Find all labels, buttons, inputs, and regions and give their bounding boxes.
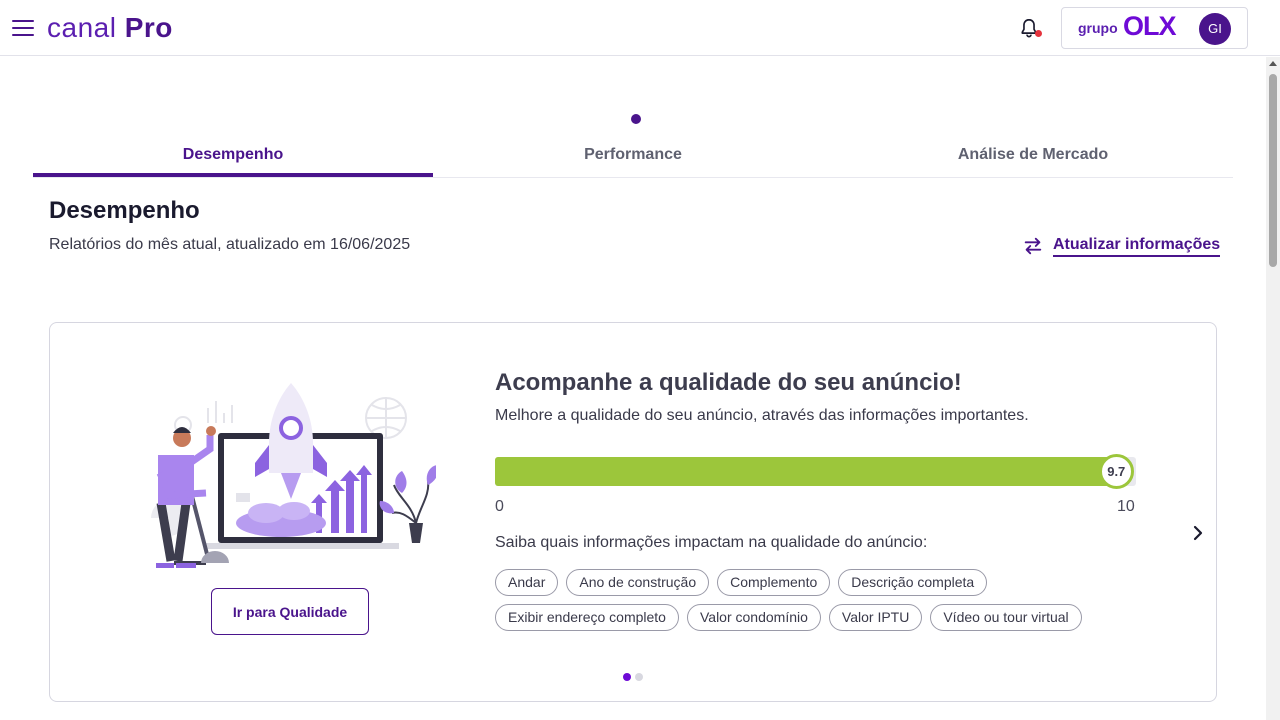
pager-dot[interactable] [623, 673, 631, 681]
info-chip[interactable]: Exibir endereço completo [495, 604, 679, 631]
info-chip[interactable]: Valor IPTU [828, 604, 923, 631]
tab-performance[interactable]: Performance [433, 137, 833, 177]
info-chip-list: Andar Ano de construção Complemento Desc… [495, 569, 1105, 639]
card-title: Acompanhe a qualidade do seu anúncio! [495, 369, 962, 396]
refresh-label: Atualizar informações [1053, 236, 1221, 257]
notification-dot [1035, 30, 1042, 37]
scroll-up-arrow-icon[interactable] [1269, 61, 1277, 66]
quality-card: Ir para Qualidade Acompanhe a qualidade … [49, 322, 1217, 702]
quality-score-fill [495, 457, 1117, 486]
pager-dot[interactable] [635, 673, 643, 681]
page-title: Desempenho [49, 197, 200, 224]
info-chip[interactable]: Descrição completa [838, 569, 988, 596]
olx-logo: OLX [1123, 11, 1177, 41]
quality-score-badge: 9.7 [1098, 454, 1134, 489]
rocket-illustration [151, 383, 436, 568]
tab-bar: Desempenho Performance Análise de Mercad… [33, 137, 1233, 178]
chips-label: Saiba quais informações impactam na qual… [495, 534, 928, 551]
refresh-button[interactable]: Atualizar informações [1022, 235, 1221, 257]
brand-logo-bold: Pro [124, 12, 173, 43]
info-chip[interactable]: Vídeo ou tour virtual [930, 604, 1082, 631]
info-chip[interactable]: Andar [495, 569, 559, 596]
partner-prefix: grupo [1078, 20, 1118, 36]
info-chip[interactable]: Valor condomínio [686, 604, 821, 631]
top-bar: canal Pro grupo OLX GI [0, 0, 1280, 56]
brand-logo-light: canal [47, 12, 117, 43]
card-subtitle: Melhore a qualidade do seu anúncio, atra… [495, 407, 1029, 424]
tab-indicator-dot [631, 114, 641, 124]
avatar[interactable]: GI [1199, 13, 1231, 45]
tab-analise-de-mercado[interactable]: Análise de Mercado [833, 137, 1233, 177]
carousel-pager [623, 673, 647, 681]
page-scrollbar[interactable] [1266, 57, 1280, 720]
info-chip[interactable]: Ano de construção [566, 569, 710, 596]
swap-arrows-icon [1024, 237, 1042, 255]
page-subtitle: Relatórios do mês atual, atualizado em 1… [49, 236, 411, 253]
scroll-thumb[interactable] [1269, 74, 1277, 267]
quality-score-bar: 9.7 [495, 454, 1136, 489]
account-menu[interactable]: grupo OLX GI [1061, 7, 1248, 49]
tab-desempenho[interactable]: Desempenho [33, 137, 433, 177]
brand-logo[interactable]: canal Pro [47, 12, 173, 44]
chevron-right-icon[interactable] [1190, 524, 1206, 542]
info-chip[interactable]: Complemento [717, 569, 831, 596]
score-max-label: 10 [1117, 498, 1135, 515]
score-min-label: 0 [495, 498, 504, 515]
go-to-quality-button[interactable]: Ir para Qualidade [211, 588, 369, 635]
menu-icon[interactable] [12, 20, 34, 38]
